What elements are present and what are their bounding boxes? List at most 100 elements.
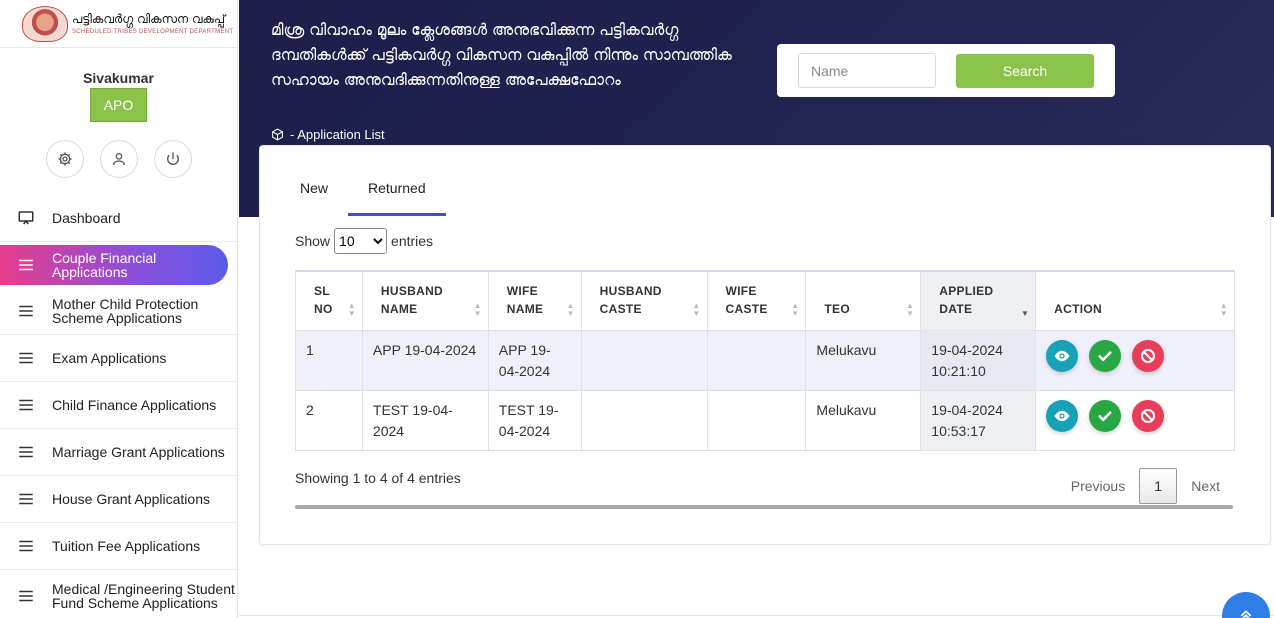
logo-subtext: SCHEDULED TRIBES DEVELOPMENT DEPARTMENT xyxy=(72,29,234,35)
search-button[interactable]: Search xyxy=(956,53,1094,88)
logout-button[interactable] xyxy=(153,140,192,178)
divider xyxy=(239,615,1274,616)
sidebar-item-label: Marriage Grant Applications xyxy=(52,444,225,460)
pagination: Previous 1 Next xyxy=(1057,468,1234,504)
view-button[interactable] xyxy=(1046,400,1079,432)
sidebar-item-label: Tuition Fee Applications xyxy=(52,538,201,554)
role-badge: APO xyxy=(89,88,148,122)
cell-applied-date: 19-04-2024 10:21:10 xyxy=(920,330,1037,391)
sidebar-item-label: Couple Financial Applications xyxy=(52,250,157,280)
sort-icon: ▲ ▼ xyxy=(1219,301,1228,318)
sort-icon: ▲ ▼ xyxy=(473,301,482,318)
cell-wife-name: TEST 19-04-2024 xyxy=(487,390,582,451)
tab-bar: New Returned xyxy=(280,166,446,216)
cell-wife-name: APP 19-04-2024 xyxy=(487,330,582,391)
entries-control: Show 10 entries xyxy=(295,228,433,254)
gear-icon xyxy=(57,152,72,166)
user-profile: Sivakumar APO xyxy=(0,48,237,178)
cell-wife-caste xyxy=(706,330,807,391)
view-button[interactable] xyxy=(1046,340,1079,372)
menu-icon xyxy=(16,536,36,556)
cell-actions xyxy=(1035,390,1235,451)
sort-icon: ▲ ▼ xyxy=(906,301,915,318)
page-1-button[interactable]: 1 xyxy=(1139,468,1178,504)
breadcrumb-label: - Application List xyxy=(290,127,385,142)
cell-teo: Melukavu xyxy=(805,330,922,391)
sidebar-item-label: Exam Applications xyxy=(52,350,167,366)
applications-table: SL NO ▲ ▼ HUSBAND NAME ▲ ▼ WIFE NAME ▲ ▼ HUSBA… xyxy=(295,270,1235,451)
entries-label: entries xyxy=(391,233,434,249)
cell-sl-no: 2 xyxy=(295,390,363,451)
cell-husband-caste xyxy=(580,390,708,451)
menu-icon xyxy=(16,586,36,606)
column-header-wife-caste[interactable]: WIFE CASTE ▲ ▼ xyxy=(706,270,807,331)
user-actions xyxy=(0,140,237,178)
table-container: SL NO ▲ ▼ HUSBAND NAME ▲ ▼ WIFE NAME ▲ ▼ HUSBA… xyxy=(295,270,1235,451)
sidebar-item-couple-financial[interactable]: Couple Financial Applications xyxy=(0,245,228,285)
table-row[interactable]: 2 TEST 19-04-2024 TEST 19-04-2024 Meluka… xyxy=(295,390,1235,451)
table-header-row: SL NO ▲ ▼ HUSBAND NAME ▲ ▼ WIFE NAME ▲ ▼ HUSBA… xyxy=(295,270,1235,331)
entries-select[interactable]: 10 xyxy=(334,228,388,254)
reject-button[interactable] xyxy=(1132,340,1165,372)
cell-actions xyxy=(1035,330,1235,391)
search-input[interactable] xyxy=(798,53,936,88)
column-header-husband-name[interactable]: HUSBAND NAME ▲ ▼ xyxy=(361,270,489,331)
ban-icon xyxy=(1141,408,1156,424)
sidebar-item-exam[interactable]: Exam Applications xyxy=(0,335,238,382)
monitor-icon xyxy=(16,208,36,228)
sort-icon: ▲ ▼ xyxy=(692,301,701,318)
sidebar-item-label: Dashboard xyxy=(52,210,121,226)
show-label: Show xyxy=(295,233,331,249)
previous-button[interactable]: Previous xyxy=(1057,478,1139,494)
application-list-card: New Returned Show 10 entries SL NO ▲ ▼ HUS… xyxy=(259,145,1271,545)
cell-sl-no: 1 xyxy=(295,330,363,391)
eye-icon xyxy=(1054,410,1070,422)
horizontal-scrollbar[interactable] xyxy=(295,505,1233,509)
breadcrumb: - Application List xyxy=(271,127,385,142)
ban-icon xyxy=(1141,348,1156,364)
cell-teo: Melukavu xyxy=(805,390,922,451)
profile-button[interactable] xyxy=(99,140,138,178)
sidebar-item-dashboard[interactable]: Dashboard xyxy=(0,195,238,242)
cell-wife-caste xyxy=(706,390,807,451)
cell-husband-caste xyxy=(580,330,708,391)
next-button[interactable]: Next xyxy=(1177,478,1234,494)
cube-icon xyxy=(272,128,283,141)
scroll-top-button[interactable] xyxy=(1222,592,1270,618)
logo[interactable]: പട്ടികവർഗ്ഗ വികസന വകുപ്പ് SCHEDULED TRIB… xyxy=(0,0,237,48)
user-name: Sivakumar xyxy=(83,70,154,86)
sidebar-item-tuition-fee[interactable]: Tuition Fee Applications xyxy=(0,523,238,570)
column-header-applied-date[interactable]: APPLIED DATE ▼ xyxy=(920,270,1037,331)
approve-button[interactable] xyxy=(1089,340,1122,372)
page-title: മിശ്ര വിവാഹം മൂലം ക്ലേശങ്ങൾ അനുഭവിക്കുന്… xyxy=(271,21,732,89)
sidebar-item-label: Child Finance Applications xyxy=(52,397,217,413)
emblem-icon xyxy=(22,5,68,42)
sidebar-item-child-finance[interactable]: Child Finance Applications xyxy=(0,382,238,429)
settings-button[interactable] xyxy=(45,140,84,178)
sidebar-item-mother-child[interactable]: Mother Child Protection Scheme Applicati… xyxy=(0,288,238,335)
column-header-teo[interactable]: TEO ▲ ▼ xyxy=(805,270,922,331)
menu-icon xyxy=(16,395,36,415)
sidebar-item-medical-engineering[interactable]: Medical /Engineering Student Fund Scheme… xyxy=(0,570,238,618)
tab-returned[interactable]: Returned xyxy=(348,166,446,216)
sidebar-item-house-grant[interactable]: House Grant Applications xyxy=(0,476,238,523)
column-header-husband-caste[interactable]: HUSBAND CASTE ▲ ▼ xyxy=(580,270,708,331)
cell-applied-date: 19-04-2024 10:53:17 xyxy=(920,390,1037,451)
check-icon xyxy=(1098,411,1112,422)
menu-icon xyxy=(16,348,36,368)
column-header-action[interactable]: ACTION ▲ ▼ xyxy=(1035,270,1235,331)
user-icon xyxy=(112,153,125,166)
sidebar-nav: Dashboard Couple Financial Applications … xyxy=(0,195,238,618)
table-row[interactable]: 1 APP 19-04-2024 APP 19-04-2024 Melukavu… xyxy=(295,330,1235,391)
sort-icon: ▲ ▼ xyxy=(791,301,800,318)
reject-button[interactable] xyxy=(1132,400,1165,432)
column-header-sl-no[interactable]: SL NO ▲ ▼ xyxy=(295,270,363,331)
sidebar-item-label: Medical /Engineering Student Fund Scheme… xyxy=(52,580,235,611)
column-header-wife-name[interactable]: WIFE NAME ▲ ▼ xyxy=(487,270,582,331)
sidebar-item-label: Mother Child Protection Scheme Applicati… xyxy=(52,296,199,326)
search-panel: Search xyxy=(777,44,1115,97)
tab-new[interactable]: New xyxy=(280,166,348,216)
approve-button[interactable] xyxy=(1089,400,1122,432)
logo-text: പട്ടികവർഗ്ഗ വികസന വകുപ്പ് xyxy=(72,12,226,26)
sidebar-item-marriage-grant[interactable]: Marriage Grant Applications xyxy=(0,429,238,476)
